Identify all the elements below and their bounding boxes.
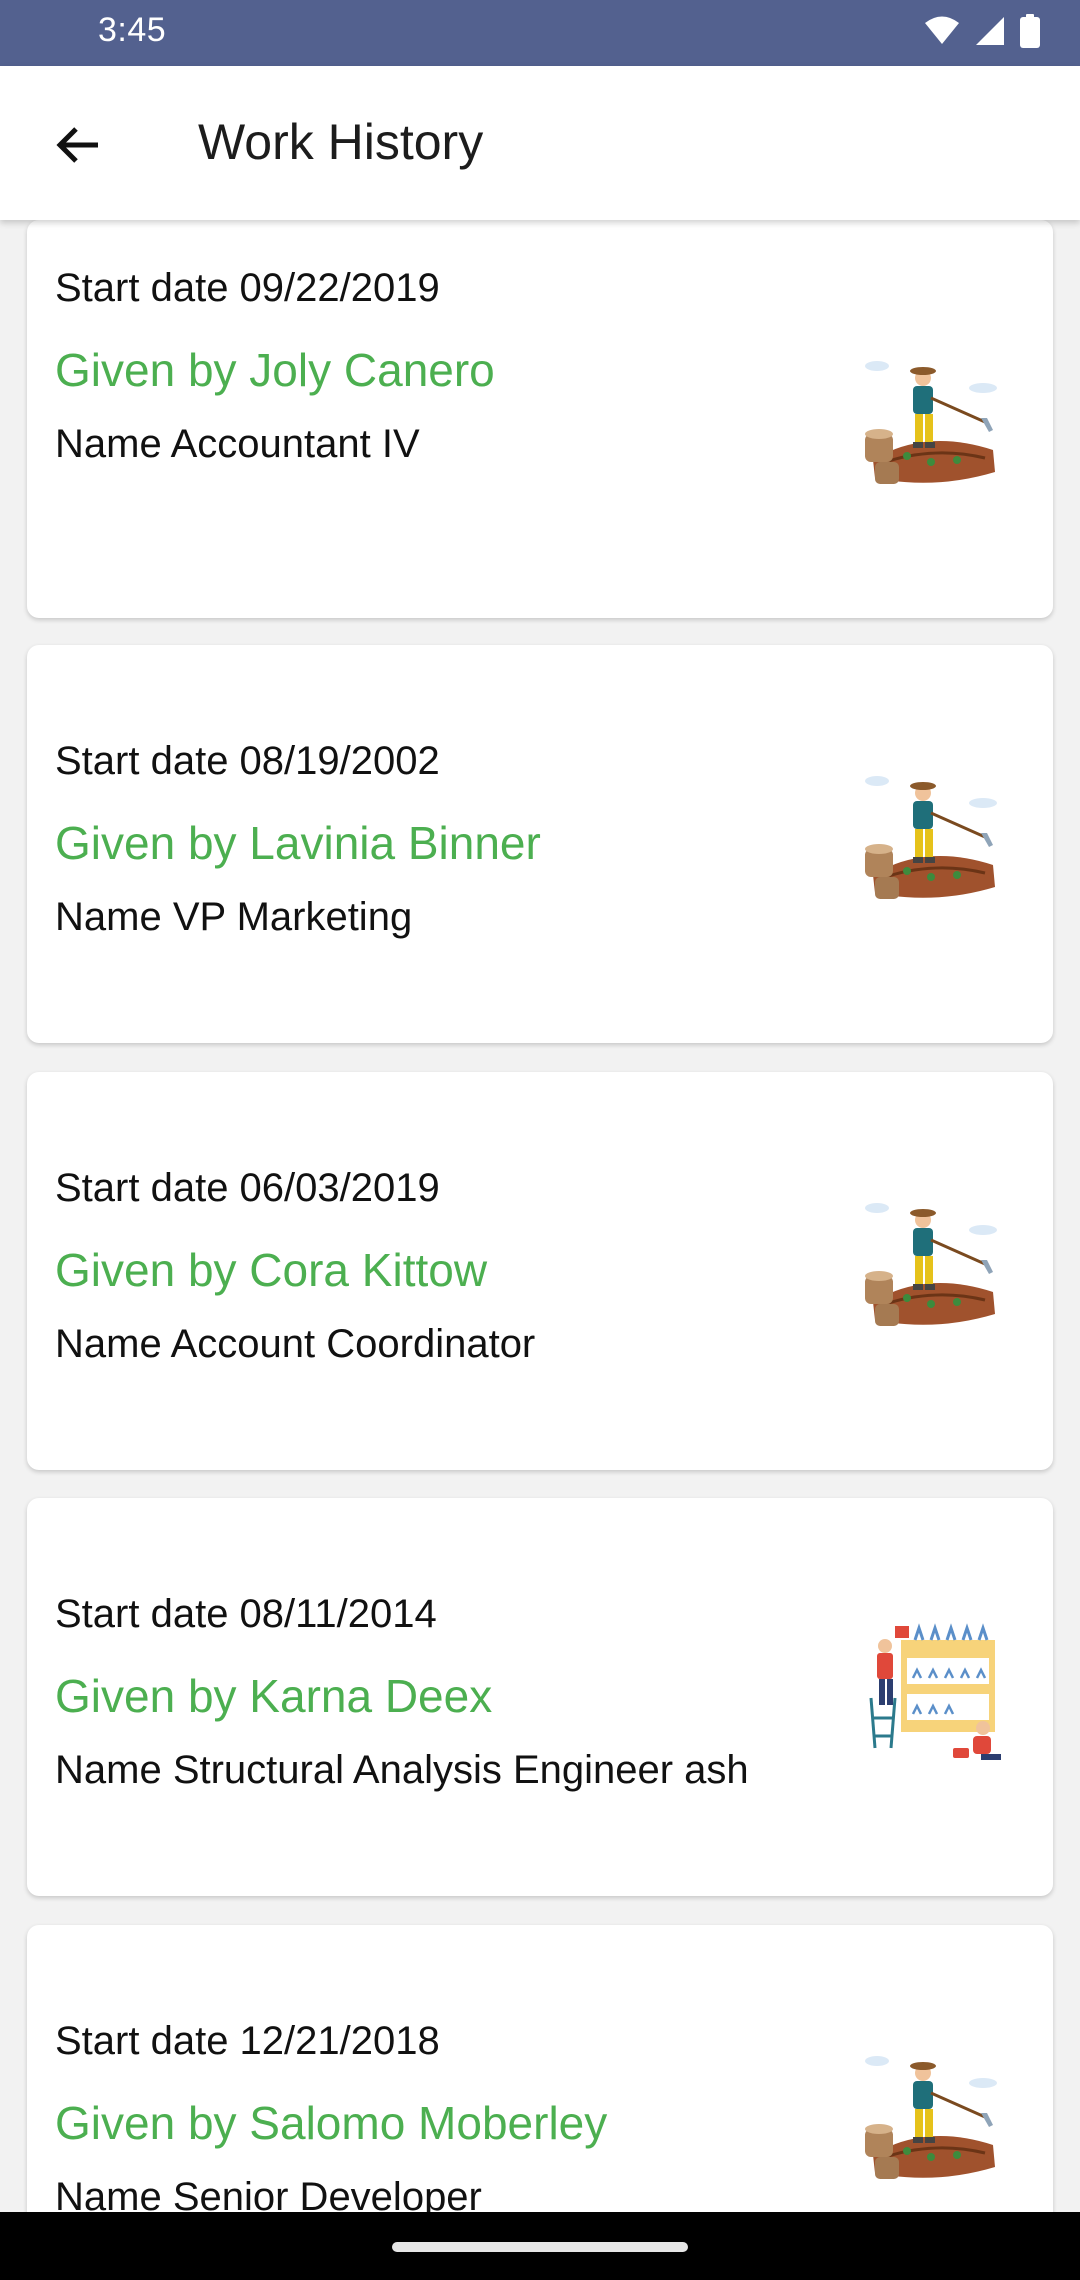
work-history-list[interactable]: Start date 09/22/2019 Given by Joly Cane… xyxy=(0,220,1080,2212)
status-bar: 3:45 xyxy=(0,0,1080,66)
battery-icon xyxy=(1020,13,1040,53)
start-date: Start date 08/19/2002 xyxy=(55,739,440,783)
system-nav-bar xyxy=(0,2212,1080,2280)
work-history-card[interactable]: Start date 08/11/2014 Given by Karna Dee… xyxy=(27,1498,1053,1896)
given-by: Given by Karna Deex xyxy=(55,1670,493,1722)
status-icons xyxy=(924,13,1040,53)
work-history-card[interactable]: Start date 09/22/2019 Given by Joly Cane… xyxy=(27,220,1053,618)
job-name: Name Structural Analysis Engineer ash xyxy=(55,1748,749,1792)
app-bar: Work History xyxy=(0,66,1080,220)
start-date: Start date 09/22/2019 xyxy=(55,266,440,310)
status-time: 3:45 xyxy=(98,11,167,49)
card-text: Start date 06/03/2019 Given by Cora Kitt… xyxy=(55,1072,855,1470)
farmer-illustration xyxy=(863,1201,999,1328)
job-name: Name Accountant IV xyxy=(55,422,420,466)
work-history-card[interactable]: Start date 06/03/2019 Given by Cora Kitt… xyxy=(27,1072,1053,1470)
job-name: Name Account Coordinator xyxy=(55,1322,536,1366)
work-history-card[interactable]: Start date 12/21/2018 Given by Salomo Mo… xyxy=(27,1925,1053,2212)
job-name: Name Senior Developer xyxy=(55,2175,482,2212)
wifi-icon xyxy=(924,16,960,51)
given-by: Given by Cora Kittow xyxy=(55,1244,488,1296)
greenhouse-illustration xyxy=(869,1624,1003,1762)
home-handle[interactable] xyxy=(392,2242,688,2252)
card-text: Start date 09/22/2019 Given by Joly Cane… xyxy=(55,220,855,570)
job-name: Name VP Marketing xyxy=(55,895,413,939)
card-text: Start date 12/21/2018 Given by Salomo Mo… xyxy=(55,1925,855,2212)
signal-icon xyxy=(974,15,1006,52)
farmer-illustration xyxy=(863,2054,999,2181)
start-date: Start date 06/03/2019 xyxy=(55,1166,440,1210)
back-button[interactable] xyxy=(38,112,118,182)
farmer-illustration xyxy=(863,359,999,486)
card-text: Start date 08/11/2014 Given by Karna Dee… xyxy=(55,1498,855,1896)
given-by: Given by Salomo Moberley xyxy=(55,2097,608,2149)
given-by: Given by Lavinia Binner xyxy=(55,817,541,869)
start-date: Start date 08/11/2014 xyxy=(55,1592,437,1636)
page-title: Work History xyxy=(198,114,484,170)
card-text: Start date 08/19/2002 Given by Lavinia B… xyxy=(55,645,855,1043)
start-date: Start date 12/21/2018 xyxy=(55,2019,440,2063)
work-history-card[interactable]: Start date 08/19/2002 Given by Lavinia B… xyxy=(27,645,1053,1043)
farmer-illustration xyxy=(863,774,999,901)
given-by: Given by Joly Canero xyxy=(55,344,495,396)
arrow-left-icon xyxy=(54,125,102,170)
